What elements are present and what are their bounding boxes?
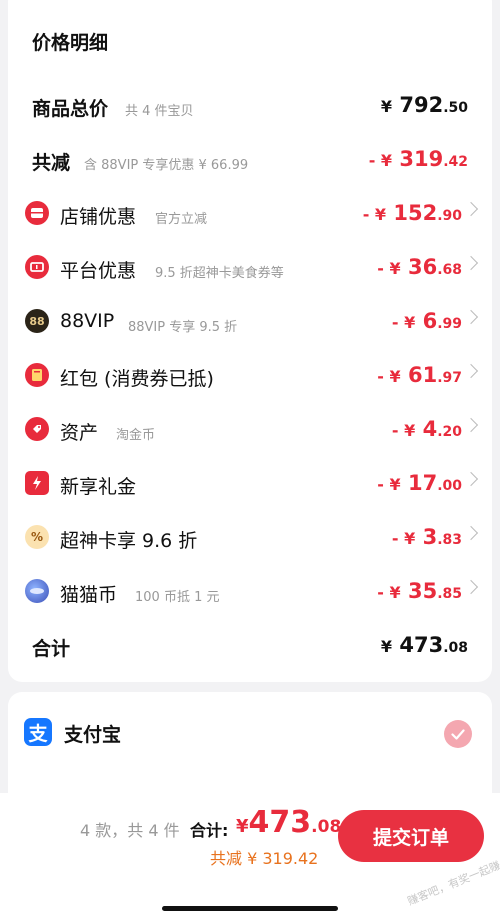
price-detail-card: 价格明细 商品总价 共 4 件宝贝 ¥ 792.50 共减 含 88VIP 专享…: [8, 0, 492, 682]
discount-row-assets[interactable]: 资产 淘金币 - ¥ 4.20: [8, 410, 492, 450]
88vip-icon: 88: [25, 309, 49, 333]
lightning-icon: [25, 471, 49, 495]
chevron-right-icon: [463, 471, 479, 487]
total-discount: 共减 ¥ 319.42: [210, 849, 319, 868]
goods-total-amount: ¥ 792.50: [380, 93, 468, 117]
discount-label: 平台优惠: [60, 260, 137, 282]
discount-amount: - ¥ 152.90: [362, 201, 462, 225]
chevron-right-icon: [463, 363, 479, 379]
discount-amount: - ¥ 17.00: [377, 471, 462, 495]
goods-count: 共 4 件宝贝: [125, 104, 194, 119]
item-count-summary: 4 款，共 4 件: [80, 821, 180, 840]
grand-total-label: 合计: [32, 638, 71, 660]
tag-icon: [25, 417, 49, 441]
discount-label: 店铺优惠: [60, 206, 137, 228]
submit-order-button[interactable]: 提交订单: [338, 810, 484, 862]
discount-label: 新享礼金: [60, 476, 137, 498]
discount-row-super-card[interactable]: % 超神卡享 9.6 折 - ¥ 3.83: [8, 518, 492, 558]
discount-row-red-packet[interactable]: 红包 (消费券已抵) - ¥ 61.97: [8, 356, 492, 396]
discount-amount: - ¥ 35.85: [377, 579, 462, 603]
total-label: 合计:: [190, 821, 229, 840]
discount-amount: - ¥ 3.83: [391, 525, 462, 549]
total-reduction-note: 含 88VIP 专享优惠 ¥ 66.99: [84, 158, 249, 173]
percent-icon: %: [25, 525, 49, 549]
chevron-right-icon: [463, 201, 479, 217]
discount-note: 官方立减: [155, 212, 208, 227]
chevron-right-icon: [463, 309, 479, 325]
discount-amount: - ¥ 36.68: [377, 255, 462, 279]
total-amount: ¥473.08: [236, 805, 342, 840]
discount-label: 超神卡享 9.6 折: [60, 530, 198, 552]
discount-note: 88VIP 专享 9.5 折: [128, 320, 238, 335]
bottom-bar: 4 款，共 4 件 合计: ¥473.08 共减 ¥ 319.42 提交订单 赚…: [0, 793, 500, 920]
home-indicator: [162, 906, 338, 911]
check-icon[interactable]: [444, 720, 472, 748]
discount-row-gift-money[interactable]: 新享礼金 - ¥ 17.00: [8, 464, 492, 504]
discount-label: 资产: [60, 422, 99, 444]
chevron-right-icon: [463, 417, 479, 433]
discount-label: 红包 (消费券已抵): [60, 368, 214, 390]
chevron-right-icon: [463, 255, 479, 271]
discount-amount: - ¥ 61.97: [377, 363, 462, 387]
discount-amount: - ¥ 4.20: [391, 417, 462, 441]
discount-label: 猫猫币: [60, 584, 118, 606]
discount-note: 100 币抵 1 元: [135, 590, 220, 605]
alipay-icon: 支: [24, 718, 52, 746]
chevron-right-icon: [463, 525, 479, 541]
ticket-icon: [25, 255, 49, 279]
total-reduction-row: 共减 含 88VIP 专享优惠 ¥ 66.99 - ¥ 319.42: [8, 140, 492, 180]
grand-total-amount: ¥ 473.08: [380, 633, 468, 657]
goods-total-label: 商品总价: [32, 98, 109, 120]
shop-coupon-icon: [25, 201, 49, 225]
goods-total-row: 商品总价 共 4 件宝贝 ¥ 792.50: [8, 86, 492, 126]
discount-note: 9.5 折超神卡美食券等: [155, 266, 284, 281]
grand-total-row: 合计 ¥ 473.08: [8, 626, 492, 666]
discount-row-88vip[interactable]: 88 88VIP 88VIP 专享 9.5 折 - ¥ 6.99: [8, 302, 492, 342]
chevron-right-icon: [463, 579, 479, 595]
total-reduction-amount: - ¥ 319.42: [368, 147, 468, 171]
discount-note: 淘金币: [116, 428, 156, 443]
price-detail-title: 价格明细: [32, 32, 109, 54]
red-packet-icon: [25, 363, 49, 387]
discount-row-cat-coin[interactable]: 猫猫币 100 币抵 1 元 - ¥ 35.85: [8, 572, 492, 612]
payment-method-label: 支付宝: [64, 724, 122, 746]
discount-row-shop[interactable]: 店铺优惠 官方立减 - ¥ 152.90: [8, 194, 492, 234]
discount-label: 88VIP: [60, 310, 115, 332]
discount-amount: - ¥ 6.99: [391, 309, 462, 333]
cat-coin-icon: [25, 579, 49, 603]
discount-row-platform[interactable]: 平台优惠 9.5 折超神卡美食券等 - ¥ 36.68: [8, 248, 492, 288]
total-reduction-label: 共减: [32, 152, 71, 174]
